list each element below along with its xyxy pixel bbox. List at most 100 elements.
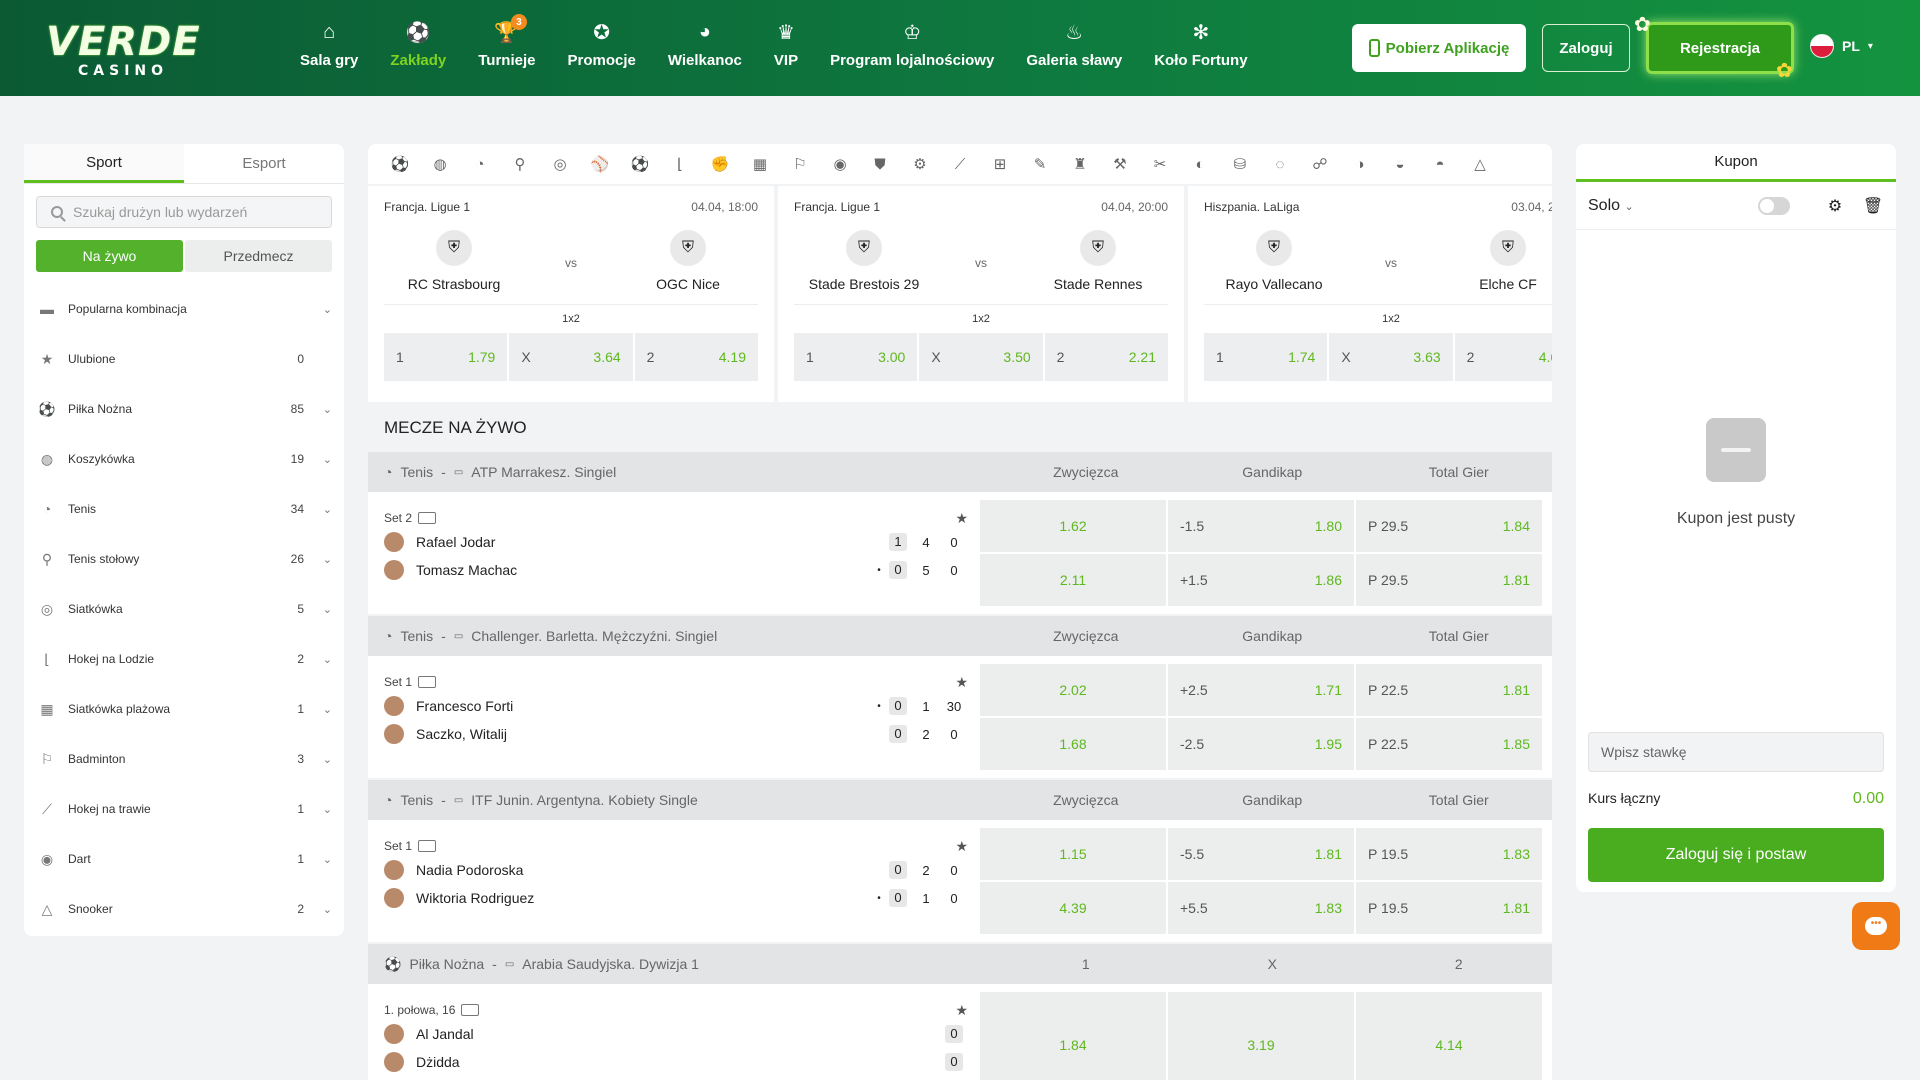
sport-filter-icon[interactable]: ⚐ <box>780 155 820 173</box>
sidebar-sport-item[interactable]: ⟋ Hokej na trawie 1 ⌄ <box>24 784 344 834</box>
sidebar-sport-item[interactable]: ◔ Tenis 34 ⌄ <box>24 484 344 534</box>
nav-item-trophy[interactable]: 🏆 3 Turnieje <box>462 14 551 78</box>
sidebar-sport-item[interactable]: ▬ Popularna kombinacja ⌄ <box>24 284 344 334</box>
language-selector[interactable]: PL ▾ <box>1810 34 1873 58</box>
sidebar-sport-item[interactable]: ⚽ Piłka Nożna 85 ⌄ <box>24 384 344 434</box>
search-input[interactable]: Szukaj drużyn lub wydarzeń <box>36 196 332 228</box>
odds-button[interactable]: 2 4.19 <box>634 333 758 381</box>
sport-filter-icon[interactable]: △ <box>1460 155 1500 173</box>
nav-item-wheel[interactable]: ✻ Koło Fortuny <box>1138 18 1263 78</box>
nav-item-discount[interactable]: ✪ Promocje <box>551 18 651 78</box>
odds-button[interactable]: +1.5 1.86 <box>1168 554 1354 606</box>
sport-filter-icon[interactable]: ◎ <box>540 155 580 173</box>
odds-button[interactable]: 2 2.21 <box>1044 333 1168 381</box>
verde-casino-logo[interactable]: VERDE CASINO <box>46 22 200 79</box>
sport-filter-icon[interactable]: ✊ <box>700 155 740 173</box>
favorite-star-icon[interactable]: ★ <box>955 838 968 855</box>
sport-filter-icon[interactable]: ⚾ <box>580 155 620 173</box>
sidebar-sport-item[interactable]: ⚐ Badminton 3 ⌄ <box>24 734 344 784</box>
login-and-bet-button[interactable]: Zaloguj się i postaw <box>1588 828 1884 882</box>
sport-filter-icon[interactable]: ◑ <box>1340 156 1380 173</box>
match-row[interactable]: Set 1 ★ Francesco Forti • 0 1 30 Saczko, Witali… <box>368 656 1552 778</box>
featured-match-card[interactable]: Francja. Ligue 1 04.04, 18:00 ⛨ RC Strasbou… <box>368 186 774 402</box>
trash-icon[interactable]: 🗑 <box>1862 196 1884 216</box>
favorite-star-icon[interactable]: ★ <box>955 1002 968 1019</box>
sport-filter-icon[interactable]: ⚲ <box>500 155 540 173</box>
stake-input[interactable]: Wpisz stawkę <box>1588 732 1884 772</box>
sport-filter-icon[interactable]: ⚽ <box>620 155 660 173</box>
register-button[interactable]: Rejestracja <box>1646 22 1794 74</box>
sport-filter-icon[interactable]: ✎ <box>1020 155 1060 173</box>
sidebar-sport-item[interactable]: ⌊ Hokej na Lodzie 2 ⌄ <box>24 634 344 684</box>
sidebar-sport-item[interactable]: ▦ Siatkówka plażowa 1 ⌄ <box>24 684 344 734</box>
coupon-toggle[interactable] <box>1758 196 1790 215</box>
match-row[interactable]: Set 1 ★ Nadia Podoroska 0 2 0 Wiktoria Rodrigu… <box>368 820 1552 942</box>
sidebar-sport-item[interactable]: △ Snooker 2 ⌄ <box>24 884 344 934</box>
odds-button[interactable]: 1 3.00 <box>794 333 918 381</box>
sport-filter-icon[interactable]: ▦ <box>740 155 780 173</box>
odds-button[interactable]: 2.02 <box>980 664 1166 716</box>
odds-button[interactable]: -1.5 1.80 <box>1168 500 1354 552</box>
match-row[interactable]: 1. połowa, 16 ★ Al Jandal 0 Dżidda 0 1.84 3.19 4… <box>368 984 1552 1080</box>
odds-button[interactable]: 1.62 <box>980 500 1166 552</box>
odds-button[interactable]: P 22.5 1.85 <box>1356 718 1542 770</box>
sport-filter-icon[interactable]: ◓ <box>1420 156 1460 173</box>
favorite-star-icon[interactable]: ★ <box>955 510 968 527</box>
sport-filter-icon[interactable]: ◍ <box>420 155 460 173</box>
odds-button[interactable]: +2.5 1.71 <box>1168 664 1354 716</box>
tab-esport[interactable]: Esport <box>184 144 344 183</box>
odds-button[interactable]: X 3.63 <box>1329 333 1453 381</box>
sidebar-sport-item[interactable]: ◍ Koszykówka 19 ⌄ <box>24 434 344 484</box>
nav-item-soccer-ball[interactable]: ⚽ Zakłady <box>374 18 462 78</box>
odds-button[interactable]: +5.5 1.83 <box>1168 882 1354 934</box>
odds-button[interactable]: X 3.50 <box>919 333 1043 381</box>
odds-button[interactable]: 1 1.74 <box>1204 333 1328 381</box>
sport-filter-icon[interactable]: ⟋ <box>940 156 980 173</box>
sport-filter-icon[interactable]: ◔ <box>460 156 500 173</box>
odds-button[interactable]: 1 1.79 <box>384 333 508 381</box>
sport-filter-icon[interactable]: ✂ <box>1140 155 1180 173</box>
sport-filter-icon[interactable]: ⛊ <box>860 156 900 173</box>
coupon-mode-select[interactable]: Solo ⌄ <box>1588 197 1758 215</box>
featured-match-card[interactable]: Francja. Ligue 1 04.04, 20:00 ⛨ Stade Brest… <box>778 186 1184 402</box>
nav-item-crown-outline[interactable]: ♔ Program lojalnościowy <box>814 18 1010 78</box>
sport-filter-icon[interactable]: ◒ <box>1380 156 1420 173</box>
odds-button[interactable]: P 22.5 1.81 <box>1356 664 1542 716</box>
odds-button[interactable]: 2.11 <box>980 554 1166 606</box>
prematch-button[interactable]: Przedmecz <box>185 240 332 272</box>
odds-button[interactable]: 24.60 <box>1454 333 1552 381</box>
sport-filter-icon[interactable]: ⚒ <box>1100 155 1140 173</box>
odds-button[interactable]: 1.15 <box>980 828 1166 880</box>
odds-button[interactable]: P 29.5 1.81 <box>1356 554 1542 606</box>
sport-filter-icon[interactable]: ♜ <box>1060 155 1100 173</box>
sport-filter-icon[interactable]: ◌ <box>1260 156 1300 173</box>
odds-button[interactable]: X 3.64 <box>509 333 633 381</box>
download-app-button[interactable]: Pobierz Aplikację <box>1352 24 1526 72</box>
odds-button[interactable]: 1.68 <box>980 718 1166 770</box>
sidebar-sport-item[interactable]: ⚲ Tenis stołowy 26 ⌄ <box>24 534 344 584</box>
nav-item-easter-egg[interactable]: ◕ Wielkanoc <box>652 18 758 78</box>
gear-icon[interactable]: ⚙ <box>1824 196 1846 216</box>
sidebar-sport-item[interactable]: ◎ Siatkówka 5 ⌄ <box>24 584 344 634</box>
sport-filter-icon[interactable]: ◐ <box>1180 156 1220 173</box>
sidebar-sport-item[interactable]: ★ Ulubione 0 <box>24 334 344 384</box>
sport-filter-icon[interactable]: ◉ <box>820 155 860 173</box>
chat-button[interactable]: ••• <box>1852 902 1900 950</box>
odds-button[interactable]: -2.5 1.95 <box>1168 718 1354 770</box>
odds-button[interactable]: 4.14 <box>1356 992 1542 1080</box>
login-button[interactable]: Zaloguj <box>1542 24 1630 72</box>
odds-button[interactable]: P 19.5 1.83 <box>1356 828 1542 880</box>
live-button[interactable]: Na żywo <box>36 240 183 272</box>
sidebar-sport-item[interactable]: ◉ Dart 1 ⌄ <box>24 834 344 884</box>
odds-button[interactable]: 1.84 <box>980 992 1166 1080</box>
featured-match-card[interactable]: Hiszpania. LaLiga 03.04, 21:00 ⛨ Rayo Valle… <box>1188 186 1552 402</box>
nav-item-house[interactable]: ⌂ Sala gry <box>284 18 374 78</box>
sport-filter-icon[interactable]: ⛁ <box>1220 155 1260 173</box>
nav-item-flame[interactable]: ♨ Galeria sławy <box>1010 18 1138 78</box>
sport-filter-icon[interactable]: ⚽ <box>380 155 420 173</box>
sport-filter-icon[interactable]: ⌊ <box>660 155 700 173</box>
odds-button[interactable]: P 29.5 1.84 <box>1356 500 1542 552</box>
odds-button[interactable]: 4.39 <box>980 882 1166 934</box>
sport-filter-icon[interactable]: ☍ <box>1300 155 1340 173</box>
sport-filter-icon[interactable]: ⊞ <box>980 155 1020 173</box>
